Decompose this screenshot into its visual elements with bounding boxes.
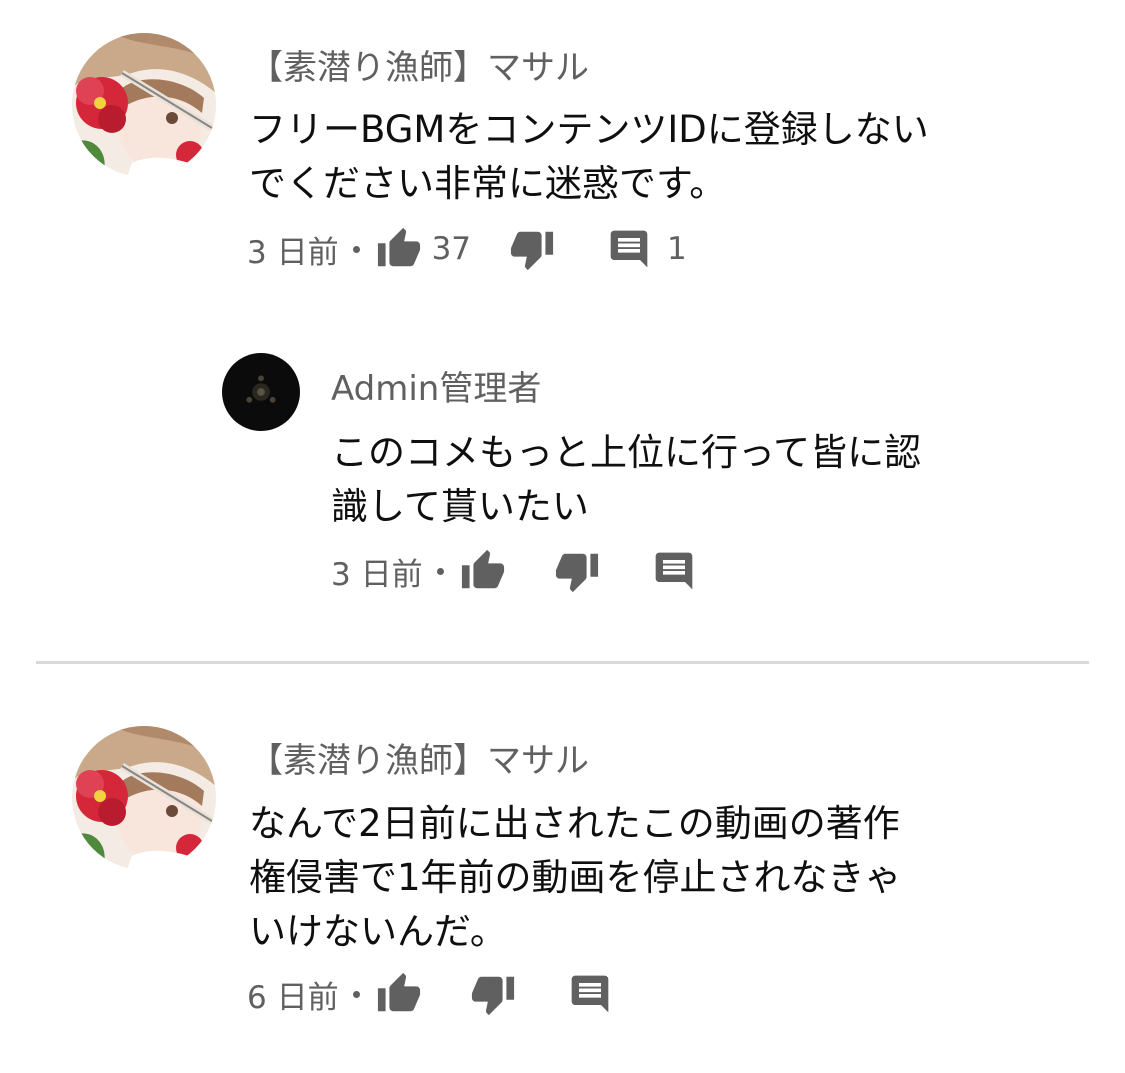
comment-text-line: いけないんだ。 [249,910,507,953]
dislike-button[interactable] [470,971,516,1017]
thumb-up-icon [460,548,506,594]
comment-text-line: なんで2日前に出されたこの動画の著作 [249,802,900,845]
reply-button[interactable] [652,549,696,593]
thumb-down-icon [509,226,555,272]
dislike-button[interactable] [509,226,555,272]
thumb-up-icon [376,226,422,272]
dislike-button[interactable] [554,548,600,594]
anime-girl-red-flower-avatar-icon [72,726,216,870]
anime-girl-red-flower-avatar-icon [72,33,216,177]
reply-button[interactable]: 1 [607,227,687,271]
like-count: 37 [431,231,472,267]
comment-text: フリーBGMをコンテンツIDに登録しない でください非常に迷惑です。 [249,103,929,211]
comment-timestamp: 6 日前 [247,979,339,1016]
comment-text-line: 権侵害で1年前の動画を停止されなきゃ [249,856,902,899]
comment-actions: 3 日前 [331,548,696,594]
comment-author[interactable]: 【素潜り漁師】マサル [249,48,589,88]
comment-text-line: でください非常に迷惑です。 [249,162,727,205]
reply-button[interactable] [568,972,612,1016]
comment-icon [568,972,612,1016]
avatar[interactable] [222,353,300,431]
separator-dot [352,245,360,253]
dark-emblem-avatar-icon [222,353,300,431]
like-button[interactable] [460,548,506,594]
comment-actions: 6 日前 [247,971,612,1017]
comment-timestamp: 3 日前 [247,234,339,271]
separator-dot [436,567,444,575]
thumb-down-icon [470,971,516,1017]
thumb-down-icon [554,548,600,594]
like-button[interactable]: 37 [376,226,471,272]
comment-timestamp: 3 日前 [331,556,423,593]
comment-icon [652,549,696,593]
comment-icon [607,227,651,271]
divider [36,661,1089,664]
thumb-up-icon [376,971,422,1017]
comment-author[interactable]: Admin管理者 [331,369,541,409]
reply-count: 1 [667,231,687,267]
comment-text-line: フリーBGMをコンテンツIDに登録しない [249,108,929,151]
separator-dot [352,990,360,998]
comment-text: なんで2日前に出されたこの動画の著作 権侵害で1年前の動画を停止されなきゃ いけ… [249,797,902,959]
comment-text: このコメもっと上位に行って皆に認 識して貰いたい [331,426,921,534]
avatar[interactable] [72,726,216,870]
comment-text-line: このコメもっと上位に行って皆に認 [331,431,922,474]
like-button[interactable] [376,971,422,1017]
comment-text-line: 識して貰いたい [331,485,589,528]
comment-author[interactable]: 【素潜り漁師】マサル [249,741,589,781]
comment-actions: 3 日前 37 1 [247,226,687,272]
avatar[interactable] [72,33,216,177]
